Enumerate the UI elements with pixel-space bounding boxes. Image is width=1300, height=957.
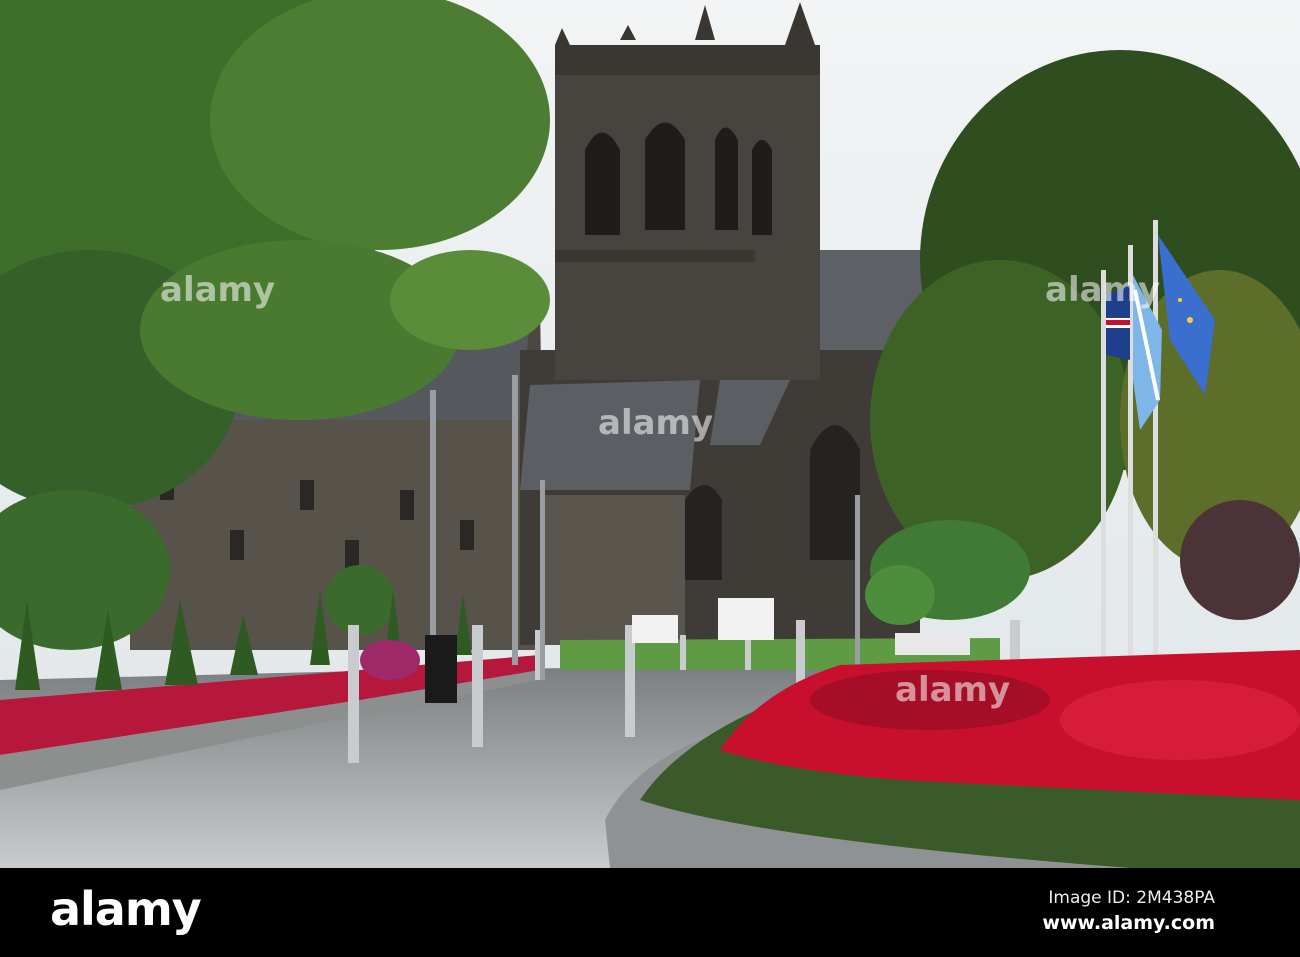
stock-photo: alamy alamy alamy alamy alamy Image ID: …	[0, 0, 1300, 957]
watermark-overlay: alamy	[598, 403, 714, 443]
footer-bar: alamy Image ID: 2M438PA www.alamy.com	[0, 868, 1300, 957]
watermark-overlay: alamy	[895, 670, 1011, 710]
watermark-overlay: alamy	[160, 270, 276, 310]
watermark-overlay: alamy	[1045, 270, 1161, 310]
abbey-tower	[555, 2, 820, 380]
image-id: Image ID: 2M438PA	[1048, 888, 1215, 908]
site-url: www.alamy.com	[1042, 912, 1215, 934]
alamy-logo: alamy	[50, 882, 202, 936]
